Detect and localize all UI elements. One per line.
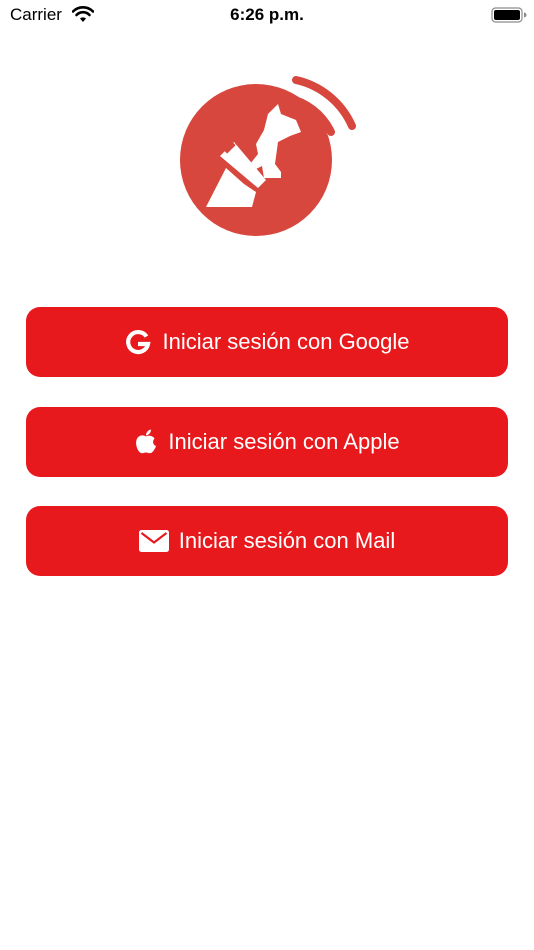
google-login-label: Iniciar sesión con Google — [162, 329, 410, 354]
google-g-icon — [126, 329, 152, 355]
apple-login-button[interactable]: Iniciar sesión con Apple — [26, 407, 508, 477]
google-login-button[interactable]: Iniciar sesión con Google — [26, 307, 508, 377]
app-logo — [180, 76, 356, 236]
status-bar: Carrier 6:26 p.m. — [0, 0, 534, 30]
apple-login-label: Iniciar sesión con Apple — [168, 429, 400, 454]
apple-icon — [136, 429, 157, 454]
battery-icon — [491, 7, 527, 23]
mail-login-button[interactable]: Iniciar sesión con Mail — [26, 506, 508, 576]
clock-time: 6:26 p.m. — [230, 5, 304, 24]
mail-login-label: Iniciar sesión con Mail — [178, 528, 396, 553]
envelope-icon — [138, 530, 169, 552]
